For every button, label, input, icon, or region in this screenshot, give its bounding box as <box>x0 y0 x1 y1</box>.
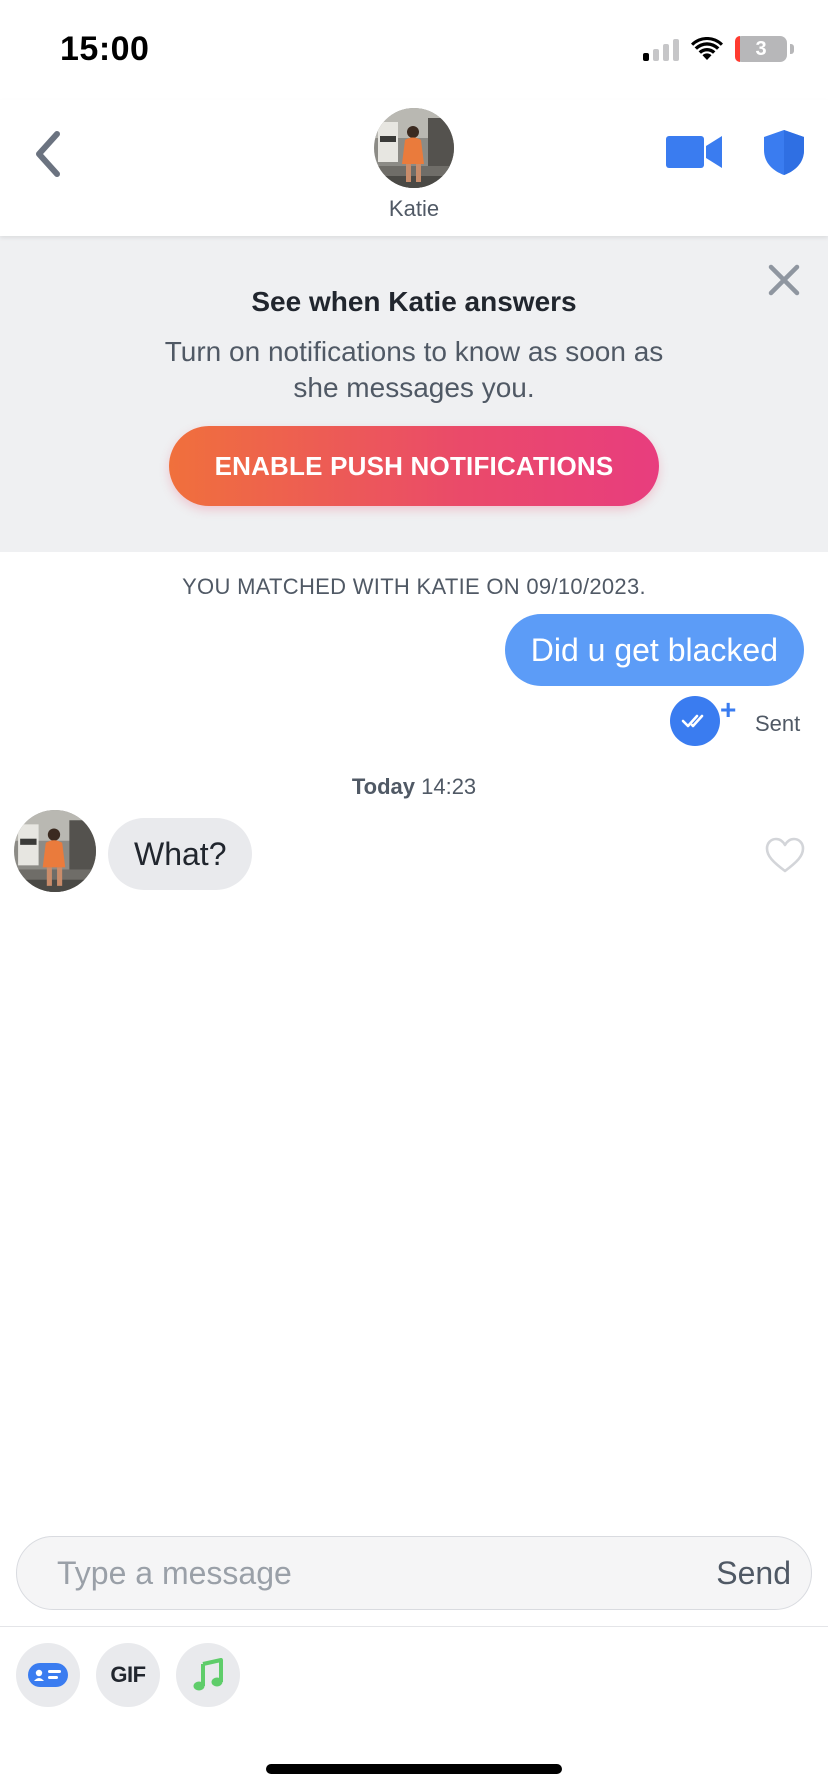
contact-card-button[interactable] <box>16 1643 80 1707</box>
status-bar: 15:00 3 <box>0 0 828 100</box>
video-camera-icon <box>666 136 722 168</box>
send-button[interactable]: Send <box>716 1537 791 1609</box>
back-button[interactable] <box>22 124 72 184</box>
battery-cap <box>790 44 794 54</box>
banner-title: See when Katie answers <box>251 286 577 317</box>
banner-body: Turn on notifications to know as soon as… <box>164 336 664 403</box>
timestamp-day: Today <box>351 774 415 799</box>
chat-header: Katie <box>0 100 828 236</box>
heart-icon <box>765 837 805 873</box>
status-icons: 3 <box>643 36 794 62</box>
shield-icon <box>764 130 804 175</box>
message-status: Sent <box>755 711 801 736</box>
chevron-left-icon <box>36 131 60 177</box>
plus-icon[interactable]: + <box>720 696 736 724</box>
battery-level: 3 <box>755 37 767 60</box>
incoming-avatar[interactable] <box>14 810 96 892</box>
incoming-message-bubble[interactable]: What? <box>108 818 253 890</box>
message-composer: Send <box>16 1536 812 1610</box>
home-indicator <box>266 1764 562 1774</box>
gif-button[interactable]: GIF <box>96 1643 160 1707</box>
read-receipt-icon[interactable] <box>670 696 720 746</box>
video-call-button[interactable] <box>666 130 724 174</box>
avatar-photo <box>374 108 454 188</box>
outgoing-message-bubble[interactable]: Did u get blacked <box>504 614 804 686</box>
double-check-icon <box>681 714 704 728</box>
like-message-button[interactable] <box>764 836 806 874</box>
battery-icon: 3 <box>735 36 787 62</box>
match-date-text: YOU MATCHED WITH KATIE ON 09/10/2023. <box>182 574 646 599</box>
wifi-icon <box>691 37 723 60</box>
message-input[interactable] <box>57 1537 677 1609</box>
avatar-photo <box>14 810 96 892</box>
status-time: 15:00 <box>60 30 150 68</box>
contact-card-icon <box>28 1663 68 1687</box>
composer-divider <box>0 1626 828 1627</box>
enable-push-notifications-button[interactable]: ENABLE PUSH NOTIFICATIONS <box>169 426 659 506</box>
cellular-signal-icon <box>643 37 679 61</box>
music-button[interactable] <box>176 1643 240 1707</box>
safety-shield-button[interactable] <box>760 128 808 176</box>
notification-banner: See when Katie answers Turn on notificat… <box>0 236 828 552</box>
music-note-icon <box>193 1658 223 1691</box>
contact-name: Katie <box>388 196 440 221</box>
timestamp-time: 14:23 <box>421 774 477 799</box>
contact-avatar[interactable] <box>374 108 454 188</box>
message-timestamp: Today 14:23 <box>0 774 828 800</box>
